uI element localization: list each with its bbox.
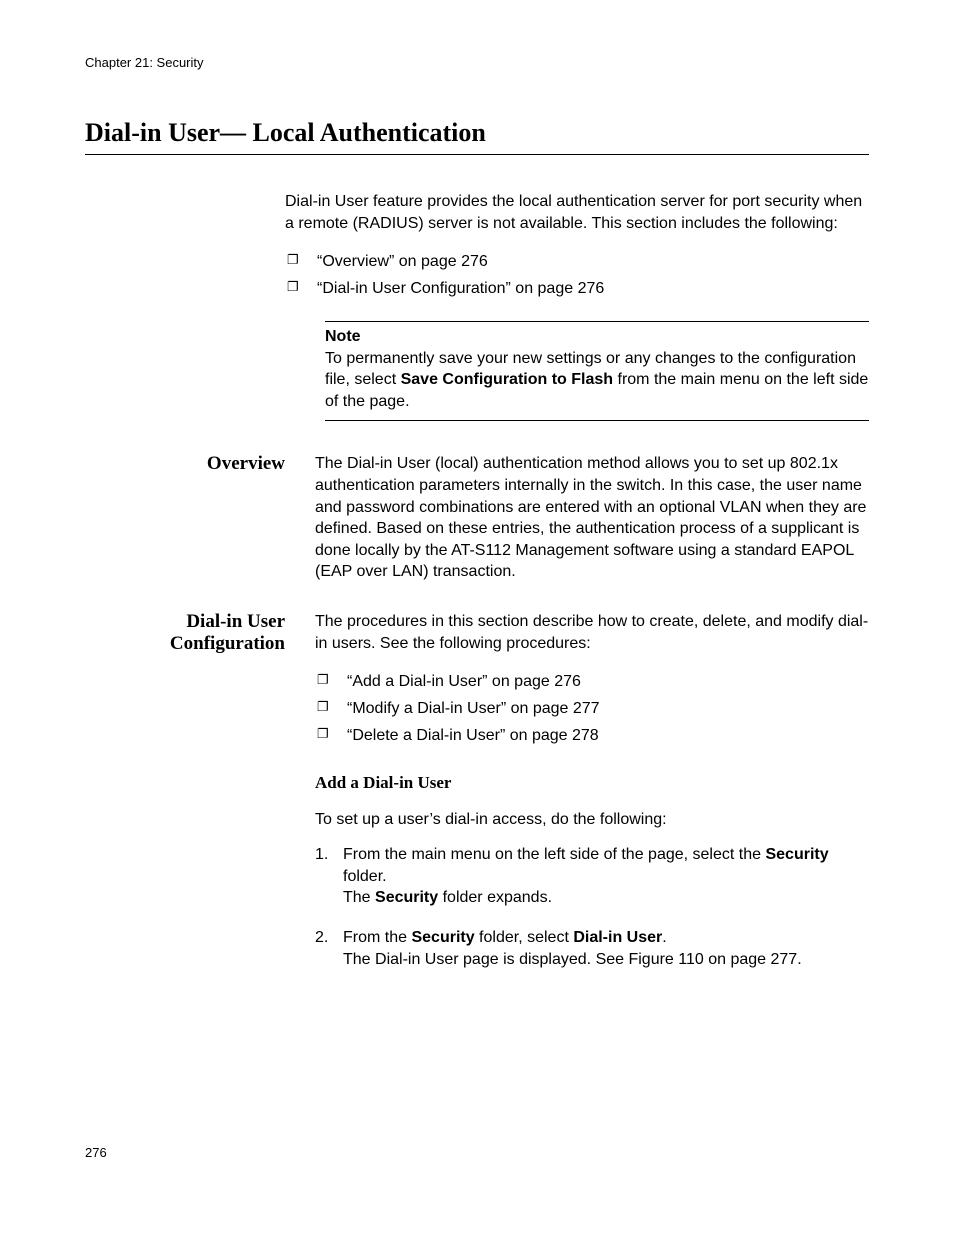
chapter-header: Chapter 21: Security — [85, 55, 869, 70]
list-item: “Dial-in User Configuration” on page 276 — [285, 275, 869, 302]
sub-intro: To set up a user’s dial-in access, do th… — [315, 809, 869, 831]
step-item: From the Security folder, select Dial-in… — [315, 927, 869, 970]
intro-bullet-list: “Overview” on page 276 “Dial-in User Con… — [285, 248, 869, 302]
page-title: Dial-in User— Local Authentication — [85, 118, 869, 155]
note-label: Note — [325, 328, 869, 346]
section-heading-config: Dial-in User Configuration — [85, 611, 315, 988]
step-text: folder, select — [475, 929, 574, 946]
list-item: “Delete a Dial-in User” on page 278 — [315, 722, 869, 749]
list-item: “Modify a Dial-in User” on page 277 — [315, 695, 869, 722]
step-text: From the main menu on the left side of t… — [343, 846, 765, 863]
step-text: folder expands. — [438, 889, 552, 906]
step-bold: Dial-in User — [573, 929, 662, 946]
step-item: From the main menu on the left side of t… — [315, 844, 869, 909]
step-bold: Security — [375, 889, 438, 906]
note-box: Note To permanently save your new settin… — [325, 321, 869, 422]
intro-paragraph: Dial-in User feature provides the local … — [285, 191, 869, 234]
page-number: 276 — [85, 1145, 107, 1160]
step-text: From the — [343, 929, 411, 946]
overview-text: The Dial-in User (local) authentication … — [315, 453, 869, 583]
list-item: “Add a Dial-in User” on page 276 — [315, 668, 869, 695]
section-heading-overview: Overview — [85, 453, 315, 597]
config-intro: The procedures in this section describe … — [315, 611, 869, 654]
steps-list: From the main menu on the left side of t… — [315, 844, 869, 970]
config-bullet-list: “Add a Dial-in User” on page 276 “Modify… — [315, 668, 869, 750]
list-item: “Overview” on page 276 — [285, 248, 869, 275]
step-bold: Security — [765, 846, 828, 863]
step-bold: Security — [411, 929, 474, 946]
sub-heading-add-user: Add a Dial-in User — [315, 772, 869, 795]
note-bold: Save Configuration to Flash — [401, 371, 613, 388]
note-text: To permanently save your new settings or… — [325, 348, 869, 413]
